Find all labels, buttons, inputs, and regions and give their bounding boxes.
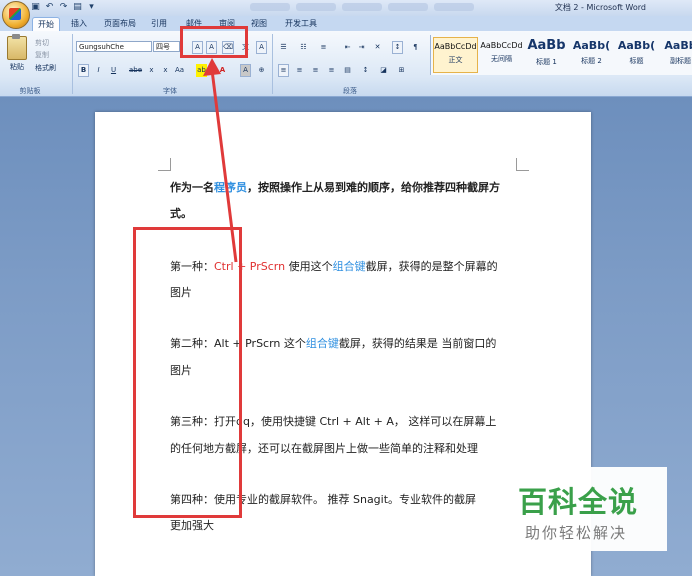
watermark-subtitle: 助你轻松解决	[525, 524, 628, 542]
watermark-badge: 百科全说 助你轻松解决	[505, 467, 667, 551]
watermark-title: 百科全说	[518, 485, 639, 519]
office-button[interactable]	[2, 1, 30, 29]
office-logo-icon	[9, 8, 21, 20]
